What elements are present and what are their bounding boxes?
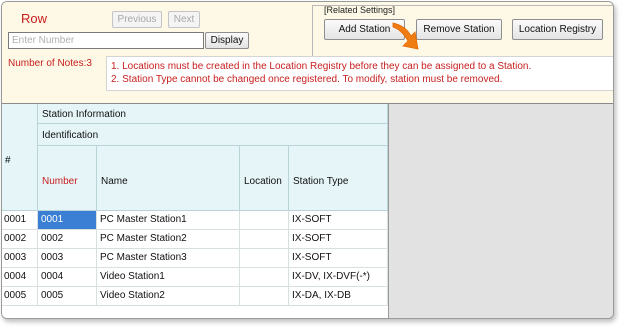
cell-name[interactable]: PC Master Station1: [97, 211, 240, 230]
cell-station-type[interactable]: IX-SOFT: [289, 249, 388, 268]
cell-name[interactable]: Video Station1: [97, 268, 240, 287]
row-header-column: #: [2, 104, 38, 211]
pointer-arrow-icon: [392, 22, 419, 50]
cell-number[interactable]: 0005: [38, 287, 97, 306]
cell-name[interactable]: PC Master Station3: [97, 249, 240, 268]
column-header-number[interactable]: Number: [38, 146, 97, 211]
subgroup-header: Identification: [38, 124, 388, 146]
station-settings-window: Row Previous Next Display [Related Setti…: [1, 1, 614, 319]
next-button[interactable]: Next: [168, 11, 200, 28]
cell-station-type[interactable]: IX-DA, IX-DB: [289, 287, 388, 306]
cell-station-type[interactable]: IX-DV, IX-DVF(-*): [289, 268, 388, 287]
column-header-label: Location: [244, 176, 282, 187]
group-header-label: Station Information: [42, 109, 126, 120]
note-item: 2. Station Type cannot be changed once r…: [111, 74, 503, 85]
display-button[interactable]: Display: [205, 32, 249, 49]
row-title: Row: [21, 11, 48, 26]
group-header: Station Information: [38, 104, 388, 124]
notes-box: 1. Locations must be created in the Loca…: [106, 56, 613, 91]
cell-number[interactable]: 0001: [38, 211, 97, 230]
cell-location[interactable]: [240, 211, 289, 230]
subgroup-header-label: Identification: [42, 130, 99, 141]
cell-number[interactable]: 0003: [38, 249, 97, 268]
column-header-label: Number: [42, 176, 78, 187]
cell-name[interactable]: Video Station2: [97, 287, 240, 306]
cell-number[interactable]: 0004: [38, 268, 97, 287]
previous-button[interactable]: Previous: [112, 11, 162, 28]
number-input[interactable]: [8, 32, 204, 49]
row-index[interactable]: 0001: [2, 211, 38, 230]
empty-grid-area: [389, 104, 613, 318]
cell-location[interactable]: [240, 287, 289, 306]
row-index[interactable]: 0002: [2, 230, 38, 249]
column-header-name[interactable]: Name: [97, 146, 240, 211]
column-header-label: Station Type: [293, 176, 349, 187]
note-item: 1. Locations must be created in the Loca…: [111, 61, 532, 72]
cell-location[interactable]: [240, 268, 289, 287]
cell-station-type[interactable]: IX-SOFT: [289, 230, 388, 249]
notes-count: Number of Notes:3: [8, 58, 92, 69]
row-header-label: #: [5, 155, 11, 166]
cell-location[interactable]: [240, 230, 289, 249]
location-registry-button[interactable]: Location Registry: [512, 19, 603, 40]
column-header-label: Name: [101, 176, 128, 187]
cell-number[interactable]: 0002: [38, 230, 97, 249]
related-settings-label: [Related Settings]: [324, 5, 396, 15]
row-index[interactable]: 0005: [2, 287, 38, 306]
settings-toolbar: Row Previous Next Display [Related Setti…: [2, 2, 613, 104]
remove-station-button[interactable]: Remove Station: [416, 19, 502, 40]
station-grid: # Station Information Identification Num…: [2, 104, 389, 318]
cell-location[interactable]: [240, 249, 289, 268]
row-index[interactable]: 0003: [2, 249, 38, 268]
column-header-location[interactable]: Location: [240, 146, 289, 211]
row-index[interactable]: 0004: [2, 268, 38, 287]
column-header-station-type[interactable]: Station Type: [289, 146, 388, 211]
cell-station-type[interactable]: IX-SOFT: [289, 211, 388, 230]
cell-name[interactable]: PC Master Station2: [97, 230, 240, 249]
